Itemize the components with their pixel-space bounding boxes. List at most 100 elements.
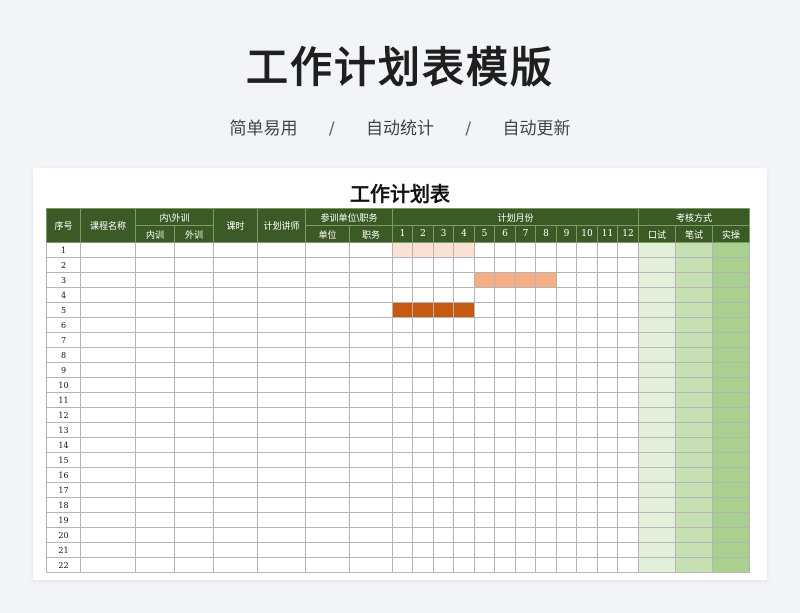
row-seq-cell[interactable]: 9 [46,362,81,378]
cell-month-4[interactable] [453,317,475,333]
cell-unit[interactable] [305,377,350,393]
cell-month-9[interactable] [556,422,577,438]
cell-course[interactable] [80,422,136,438]
cell-out[interactable] [174,362,214,378]
plan-bar-cell[interactable] [392,302,413,318]
cell-in[interactable] [135,482,175,498]
cell-exam-oral[interactable] [638,452,676,468]
cell-month-11[interactable] [597,392,618,408]
cell-month-12[interactable] [617,242,639,258]
cell-unit[interactable] [305,257,350,273]
cell-month-6[interactable] [494,302,516,318]
cell-course[interactable] [80,347,136,363]
cell-hours[interactable] [213,542,258,558]
cell-lecturer[interactable] [257,497,306,513]
cell-role[interactable] [349,542,393,558]
cell-month-6[interactable] [494,482,516,498]
cell-exam-oral[interactable] [638,317,676,333]
cell-lecturer[interactable] [257,332,306,348]
cell-exam-written[interactable] [675,452,713,468]
cell-month-6[interactable] [494,242,516,258]
cell-lecturer[interactable] [257,512,306,528]
cell-exam-practical[interactable] [712,317,750,333]
cell-month-12[interactable] [617,512,639,528]
cell-hours[interactable] [213,377,258,393]
cell-role[interactable] [349,302,393,318]
cell-exam-oral[interactable] [638,482,676,498]
cell-month-6[interactable] [494,422,516,438]
cell-month-7[interactable] [515,377,536,393]
cell-unit[interactable] [305,467,350,483]
cell-month-1[interactable] [392,257,413,273]
cell-month-9[interactable] [556,242,577,258]
cell-month-10[interactable] [576,497,598,513]
cell-out[interactable] [174,347,214,363]
cell-unit[interactable] [305,407,350,423]
cell-course[interactable] [80,497,136,513]
cell-hours[interactable] [213,392,258,408]
cell-out[interactable] [174,497,214,513]
cell-month-6[interactable] [494,437,516,453]
cell-unit[interactable] [305,392,350,408]
cell-month-10[interactable] [576,467,598,483]
cell-exam-practical[interactable] [712,362,750,378]
cell-month-5[interactable] [474,467,495,483]
cell-exam-practical[interactable] [712,467,750,483]
cell-month-8[interactable] [535,542,557,558]
cell-month-6[interactable] [494,557,516,573]
cell-lecturer[interactable] [257,557,306,573]
cell-month-8[interactable] [535,377,557,393]
cell-month-1[interactable] [392,332,413,348]
cell-in[interactable] [135,527,175,543]
cell-exam-practical[interactable] [712,257,750,273]
row-seq-cell[interactable]: 12 [46,407,81,423]
cell-month-6[interactable] [494,377,516,393]
cell-month-4[interactable] [453,287,475,303]
cell-month-1[interactable] [392,287,413,303]
cell-unit[interactable] [305,242,350,258]
cell-month-1[interactable] [392,452,413,468]
cell-month-9[interactable] [556,257,577,273]
cell-course[interactable] [80,407,136,423]
cell-month-12[interactable] [617,467,639,483]
row-seq-cell[interactable]: 18 [46,497,81,513]
cell-exam-practical[interactable] [712,512,750,528]
cell-out[interactable] [174,257,214,273]
cell-month-10[interactable] [576,272,598,288]
cell-exam-oral[interactable] [638,287,676,303]
cell-exam-oral[interactable] [638,467,676,483]
cell-month-8[interactable] [535,317,557,333]
cell-month-1[interactable] [392,542,413,558]
cell-month-7[interactable] [515,332,536,348]
cell-month-11[interactable] [597,527,618,543]
row-seq-cell[interactable]: 19 [46,512,81,528]
cell-role[interactable] [349,287,393,303]
cell-month-3[interactable] [433,377,454,393]
cell-month-4[interactable] [453,422,475,438]
row-seq-cell[interactable]: 11 [46,392,81,408]
cell-in[interactable] [135,377,175,393]
cell-in[interactable] [135,392,175,408]
cell-month-6[interactable] [494,497,516,513]
cell-month-5[interactable] [474,392,495,408]
cell-out[interactable] [174,287,214,303]
cell-month-2[interactable] [412,332,434,348]
cell-month-4[interactable] [453,257,475,273]
cell-month-2[interactable] [412,527,434,543]
cell-exam-written[interactable] [675,317,713,333]
cell-month-3[interactable] [433,392,454,408]
cell-month-7[interactable] [515,437,536,453]
cell-lecturer[interactable] [257,482,306,498]
row-seq-cell[interactable]: 22 [46,557,81,573]
cell-month-6[interactable] [494,362,516,378]
cell-month-3[interactable] [433,317,454,333]
cell-month-5[interactable] [474,482,495,498]
cell-month-3[interactable] [433,437,454,453]
cell-exam-oral[interactable] [638,512,676,528]
plan-bar-cell[interactable] [433,242,454,258]
cell-exam-written[interactable] [675,542,713,558]
cell-month-12[interactable] [617,362,639,378]
cell-hours[interactable] [213,452,258,468]
cell-month-5[interactable] [474,407,495,423]
cell-month-3[interactable] [433,422,454,438]
